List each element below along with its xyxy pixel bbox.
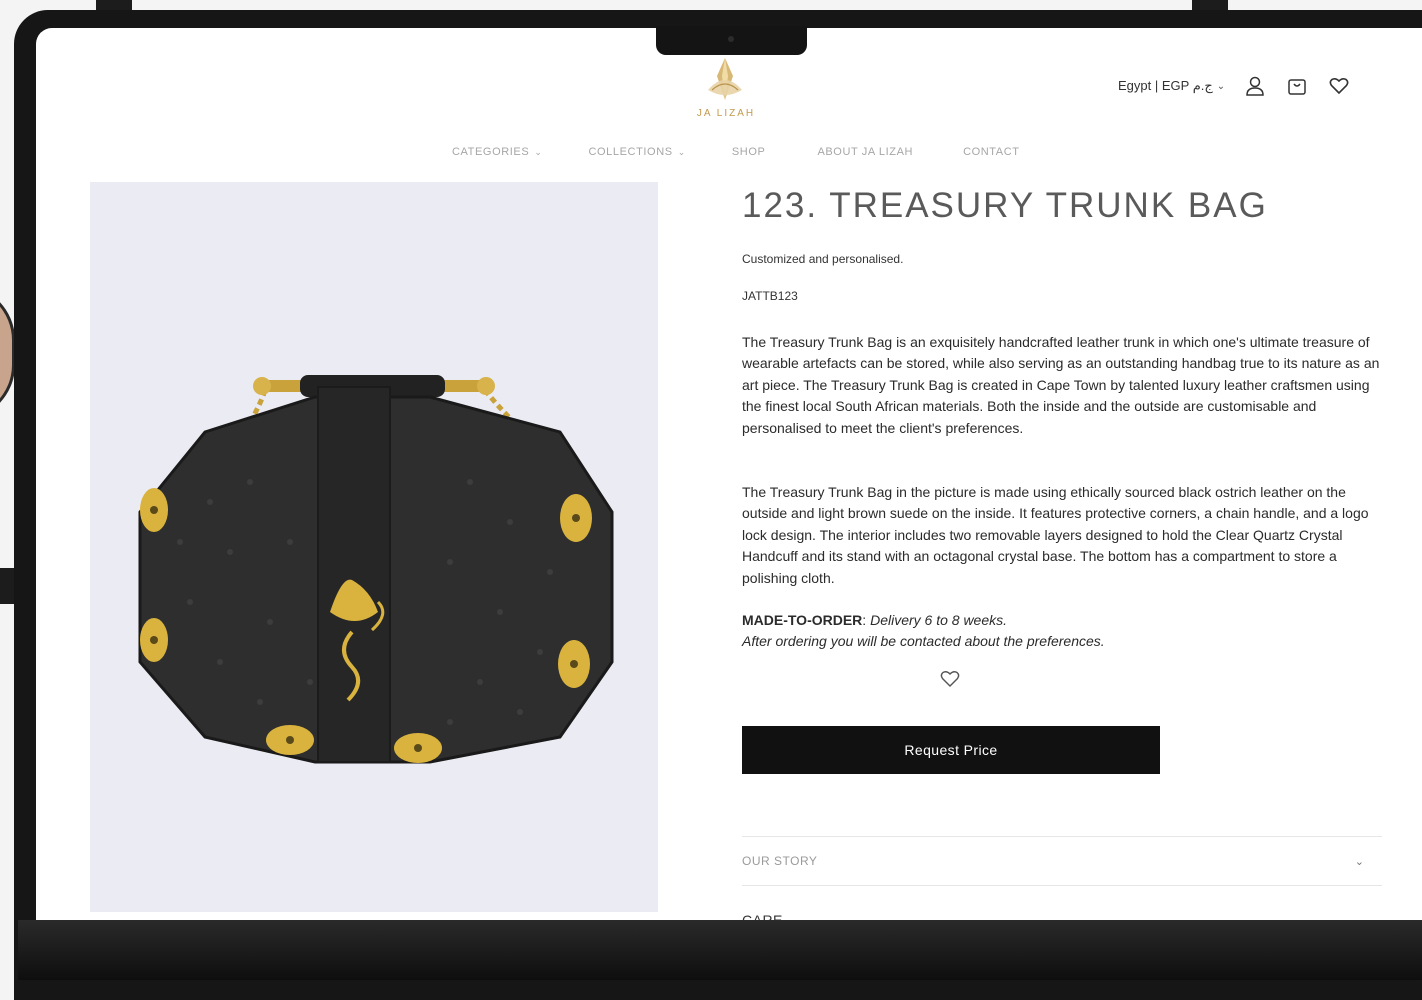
made-to-order-label: MADE-TO-ORDER	[742, 612, 863, 628]
nav-label: SHOP	[731, 146, 766, 158]
accordion-our-story[interactable]: OUR STORY ⌄	[742, 837, 1382, 886]
main-nav: CATEGORIES ⌄ COLLECTIONS ⌄ SHOP ABOUT JA…	[452, 146, 1020, 158]
locale-selector[interactable]: Egypt | EGP ج.م ⌄	[1118, 78, 1225, 94]
brand-logo[interactable]: JA LIZAH	[682, 54, 770, 124]
product-description: The Treasury Trunk Bag is an exquisitely…	[742, 334, 1380, 436]
chevron-down-icon: ⌄	[677, 146, 686, 157]
nav-label: COLLECTIONS	[588, 146, 673, 158]
product-photo-bag	[138, 375, 614, 764]
product-title: 123. TREASURY TRUNK BAG	[742, 186, 1268, 225]
account-icon[interactable]	[1243, 74, 1267, 98]
product-sku: JATTB123	[742, 289, 798, 303]
header-actions: Egypt | EGP ج.م ⌄	[1118, 74, 1351, 98]
laptop-base	[18, 920, 1422, 980]
wishlist-icon[interactable]	[1327, 74, 1351, 98]
product-subtitle: Customized and personalised.	[742, 252, 904, 266]
add-to-wishlist-icon[interactable]	[940, 670, 962, 692]
nav-label: CONTACT	[963, 146, 1020, 158]
nav-label: ABOUT JA LIZAH	[817, 146, 914, 158]
product-image[interactable]	[90, 182, 658, 912]
chevron-down-icon: ⌄	[1354, 855, 1364, 868]
background-decor	[0, 285, 15, 420]
accordion-label: OUR STORY	[742, 854, 818, 868]
product-accordion: OUR STORY ⌄	[742, 836, 1382, 886]
chevron-down-icon: ⌄	[1216, 80, 1226, 92]
nav-item-shop[interactable]: SHOP	[732, 146, 766, 158]
cart-icon[interactable]	[1285, 74, 1309, 98]
nav-item-collections[interactable]: COLLECTIONS ⌄	[588, 146, 685, 158]
made-to-order-text: Delivery 6 to 8 weeks.	[870, 612, 1008, 628]
background-decor	[0, 568, 14, 604]
request-price-button[interactable]: Request Price	[742, 726, 1160, 774]
product-description: The Treasury Trunk Bag in the picture is…	[742, 484, 1369, 586]
nav-item-categories[interactable]: CATEGORIES ⌄	[452, 146, 542, 158]
camera-notch	[656, 26, 807, 55]
made-to-order-note: After ordering you will be contacted abo…	[742, 633, 1105, 650]
made-to-order-info: MADE-TO-ORDER: Delivery 6 to 8 weeks. Af…	[742, 612, 1105, 650]
locale-label: Egypt | EGP ج.م	[1118, 78, 1213, 93]
brand-wordmark: JA LIZAH	[696, 108, 756, 119]
brand-logo-icon	[708, 58, 742, 100]
nav-item-about[interactable]: ABOUT JA LIZAH	[817, 146, 913, 158]
product-info: 123. TREASURY TRUNK BAG Customized and p…	[742, 186, 1382, 774]
nav-item-contact[interactable]: CONTACT	[963, 146, 1020, 158]
nav-label: CATEGORIES	[452, 146, 530, 158]
chevron-down-icon: ⌄	[534, 146, 543, 157]
